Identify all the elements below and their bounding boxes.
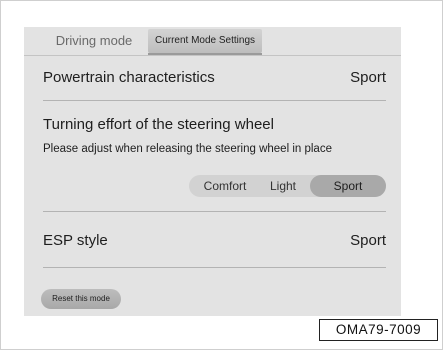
figure-frame: Driving mode Current Mode Settings Power… (0, 0, 443, 350)
steering-effort-title: Turning effort of the steering wheel (43, 116, 274, 133)
steering-option-comfort[interactable]: Comfort (193, 175, 257, 197)
steering-effort-selector: Comfort Light Sport (189, 175, 386, 197)
divider (43, 267, 386, 268)
esp-style-row[interactable]: ESP style Sport (43, 230, 386, 252)
tab-bar: Driving mode Current Mode Settings (24, 27, 401, 56)
tab-current-mode-settings[interactable]: Current Mode Settings (148, 29, 262, 53)
steering-option-light[interactable]: Light (259, 175, 307, 197)
tab-driving-mode[interactable]: Driving mode (42, 27, 146, 55)
steering-option-sport[interactable]: Sport (310, 175, 386, 197)
esp-style-value: Sport (350, 232, 386, 249)
powertrain-row[interactable]: Powertrain characteristics Sport (43, 67, 386, 89)
figure-code-label: OMA79-7009 (319, 319, 438, 341)
reset-mode-button[interactable]: Reset this mode (41, 289, 121, 309)
powertrain-value: Sport (350, 69, 386, 86)
divider (43, 211, 386, 212)
tab-bar-divider (24, 55, 401, 56)
settings-screen: Driving mode Current Mode Settings Power… (24, 27, 401, 316)
divider (43, 100, 386, 101)
esp-style-label: ESP style (43, 232, 108, 249)
powertrain-label: Powertrain characteristics (43, 69, 215, 86)
steering-effort-hint: Please adjust when releasing the steerin… (43, 143, 332, 155)
